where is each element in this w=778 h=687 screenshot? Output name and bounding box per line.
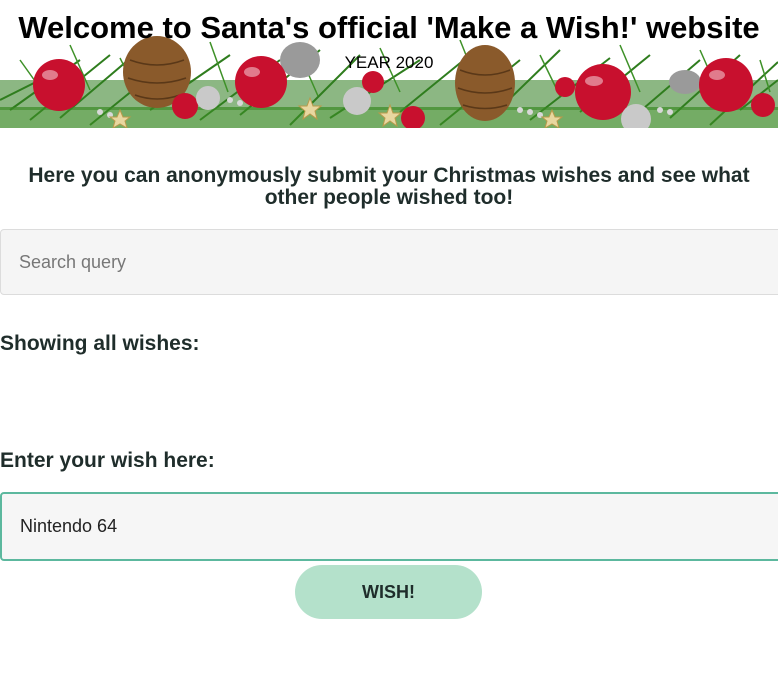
- wish-submit-button[interactable]: WISH!: [295, 565, 482, 619]
- year-subtitle: YEAR 2020: [344, 53, 434, 72]
- header-banner: Welcome to Santa's official 'Make a Wish…: [0, 0, 778, 128]
- wishes-list-heading: Showing all wishes:: [0, 332, 200, 355]
- search-input[interactable]: [0, 229, 778, 295]
- intro-text: Here you can anonymously submit your Chr…: [28, 164, 750, 209]
- wish-form-heading: Enter your wish here:: [0, 449, 215, 472]
- page-title: Welcome to Santa's official 'Make a Wish…: [18, 10, 760, 45]
- wish-input[interactable]: [0, 492, 778, 561]
- wishes-list: [0, 370, 778, 430]
